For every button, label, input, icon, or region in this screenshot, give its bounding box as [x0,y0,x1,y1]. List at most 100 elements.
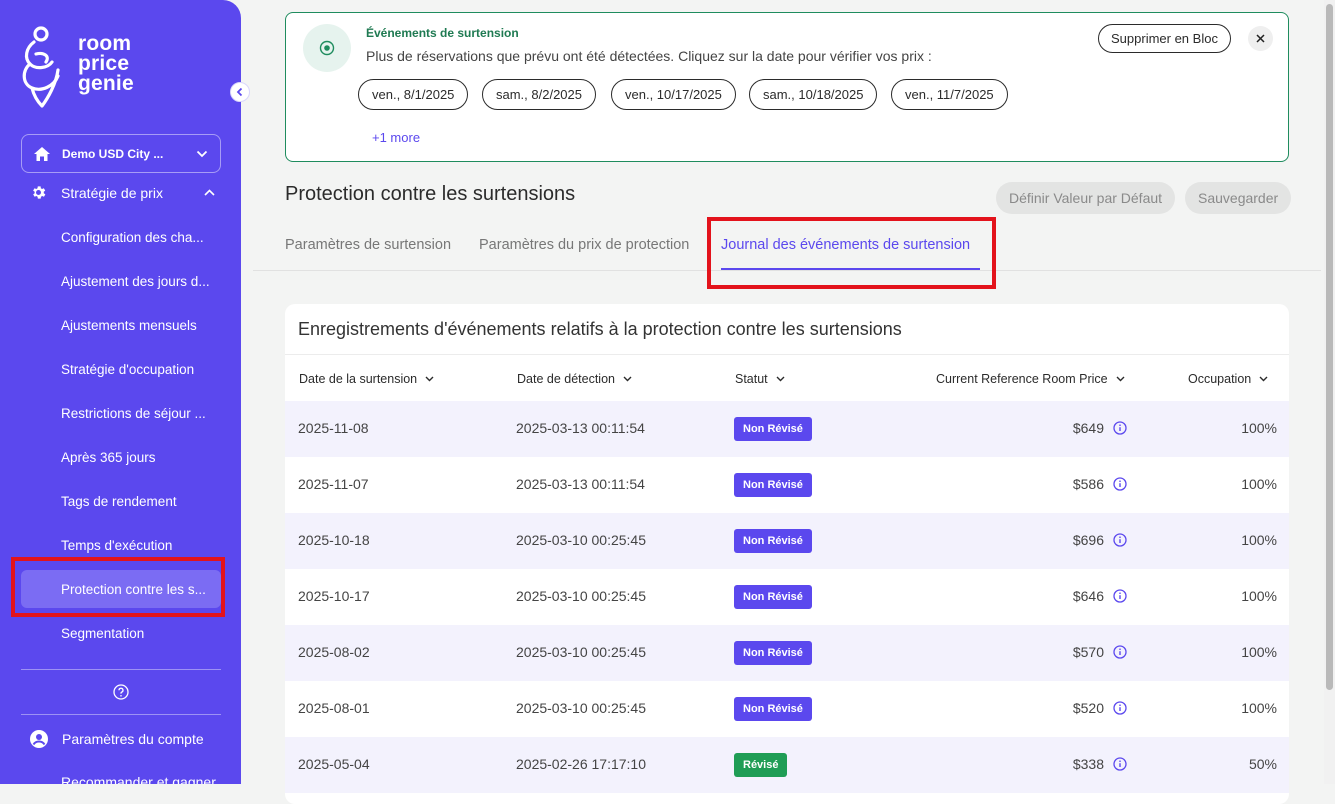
table-row[interactable]: 2025-10-18 2025-03-10 00:25:45 Non Révis… [285,513,1289,569]
surge-date-chip[interactable]: ven., 11/7/2025 [891,79,1008,110]
column-header-label: Date de détection [517,372,615,386]
table-row[interactable]: 2025-08-01 2025-03-10 00:25:45 Non Révis… [285,681,1289,737]
more-dates-link[interactable]: +1 more [372,130,420,145]
price-value: $649 [1072,420,1104,436]
user-circle-icon [30,730,48,748]
column-header-detection-date[interactable]: Date de détection [517,372,632,386]
surge-alert: Événements de surtension Plus de réserva… [285,12,1289,162]
status-badge: Non Révisé [734,473,812,497]
nav-pricing-strategy[interactable]: Stratégie de prix [30,184,215,201]
column-header-reference-price[interactable]: Current Reference Room Price [936,372,1125,386]
surge-date-cell: 2025-08-01 [298,700,370,716]
genie-lamp-icon [22,26,60,108]
set-default-button[interactable]: Définir Valeur par Défaut [996,182,1176,214]
save-button[interactable]: Sauvegarder [1185,182,1292,214]
column-header-label: Current Reference Room Price [936,372,1108,386]
surge-date-chip[interactable]: ven., 10/17/2025 [611,79,736,110]
chevron-down-icon [196,150,208,157]
hotel-name: Demo USD City ... [62,146,164,161]
close-alert-button[interactable] [1248,26,1273,51]
sidebar-item-occupancy-strategy[interactable]: Stratégie d'occupation [21,350,221,388]
price-value: $338 [1072,756,1104,772]
scrollbar-thumb[interactable] [1326,4,1333,690]
table-row[interactable]: 2025-08-02 2025-03-10 00:25:45 Non Révis… [285,625,1289,681]
sidebar-item-after-365-days[interactable]: Après 365 jours [21,438,221,476]
highlight-box [707,217,996,289]
tab-surge-settings[interactable]: Paramètres de surtension [285,237,451,253]
sidebar-item-label: Ajustements mensuels [61,317,197,333]
info-icon[interactable] [1113,757,1127,771]
status-badge: Non Révisé [734,641,812,665]
info-icon[interactable] [1113,421,1127,435]
chevron-down-icon [776,376,785,382]
sidebar-item-label: Stratégie d'occupation [61,361,195,377]
chevron-up-icon [204,189,215,196]
price-value: $696 [1072,532,1104,548]
recommend-link[interactable]: Recommander et gagner [61,774,216,784]
occupancy-cell: 100% [1241,532,1277,548]
info-icon[interactable] [1113,589,1127,603]
account-settings[interactable]: Paramètres du compte [30,730,204,748]
collapse-sidebar-button[interactable] [230,82,250,102]
help-icon[interactable] [113,684,129,700]
column-header-surge-date[interactable]: Date de la surtension [299,372,434,386]
gear-icon [33,186,46,199]
info-icon[interactable] [1113,645,1127,659]
sidebar-item-segmentation[interactable]: Segmentation [21,614,221,652]
detection-date-cell: 2025-03-10 00:25:45 [516,588,646,604]
highlight-box [11,557,225,617]
table-row[interactable]: 2025-05-04 2025-02-26 17:17:10 Révisé $3… [285,737,1289,793]
sidebar-item-yield-tags[interactable]: Tags de rendement [21,482,221,520]
price-cell: $646 [1073,588,1127,604]
sidebar-item-label: Tags de rendement [61,493,177,509]
surge-date-cell: 2025-10-18 [298,532,370,548]
surge-date-chip[interactable]: sam., 10/18/2025 [749,79,878,110]
bulk-delete-button[interactable]: Supprimer en Bloc [1098,24,1231,53]
alert-message: Plus de réservations que prévu ont été d… [366,48,932,64]
column-header-label: Date de la surtension [299,372,418,386]
status-badge: Non Révisé [734,529,812,553]
occupancy-cell: 100% [1241,700,1277,716]
occupancy-cell: 100% [1241,420,1277,436]
surge-date-cell: 2025-11-08 [298,420,369,436]
table-row[interactable]: 2025-11-07 2025-03-13 00:11:54 Non Révis… [285,457,1289,513]
column-header-occupancy[interactable]: Occupation [1188,372,1268,386]
sidebar-item-channel-config[interactable]: Configuration des cha... [21,218,221,256]
table-row[interactable]: 2025-11-08 2025-03-13 00:11:54 Non Révis… [285,401,1289,457]
tab-protection-price-settings[interactable]: Paramètres du prix de protection [479,237,689,253]
surge-date-cell: 2025-11-07 [298,476,369,492]
home-icon [34,146,50,161]
detection-date-cell: 2025-03-13 00:11:54 [516,476,645,492]
table-row[interactable]: 2025-10-17 2025-03-10 00:25:45 Non Révis… [285,569,1289,625]
chevron-down-icon [1259,376,1268,382]
status-badge: Non Révisé [734,585,812,609]
occupancy-cell: 100% [1241,644,1277,660]
column-header-status[interactable]: Statut [735,372,785,386]
sidebar-item-label: Après 365 jours [61,449,156,465]
sidebar-item-monthly-adjustments[interactable]: Ajustements mensuels [21,306,221,344]
sidebar-item-day-adjustment[interactable]: Ajustement des jours d... [21,262,221,300]
account-label: Paramètres du compte [62,731,204,747]
sidebar-item-label: Segmentation [61,625,145,641]
price-value: $570 [1072,644,1104,660]
surge-date-chip[interactable]: ven., 8/1/2025 [358,79,469,110]
hotel-selector[interactable]: Demo USD City ... [21,134,221,173]
info-icon[interactable] [1113,701,1127,715]
info-icon[interactable] [1113,477,1127,491]
column-header-label: Statut [735,372,768,386]
nav-parent-label: Stratégie de prix [61,184,163,201]
chevron-down-icon [623,376,632,382]
sidebar-item-label: Configuration des cha... [61,229,204,245]
chevron-down-icon [1116,376,1125,382]
logo-text: room price genie [78,33,134,94]
status-badge: Non Révisé [734,417,812,441]
logo[interactable]: room price genie [20,24,134,112]
detection-date-cell: 2025-03-10 00:25:45 [516,532,646,548]
detection-date-cell: 2025-03-10 00:25:45 [516,700,646,716]
surge-date-chip[interactable]: sam., 8/2/2025 [482,79,596,110]
sidebar: room price genie Demo USD City ... Strat… [0,0,241,784]
page-title: Protection contre les surtensions [285,183,576,205]
sidebar-item-stay-restrictions[interactable]: Restrictions de séjour ... [21,394,221,432]
info-icon[interactable] [1113,533,1127,547]
sidebar-divider [21,669,221,670]
